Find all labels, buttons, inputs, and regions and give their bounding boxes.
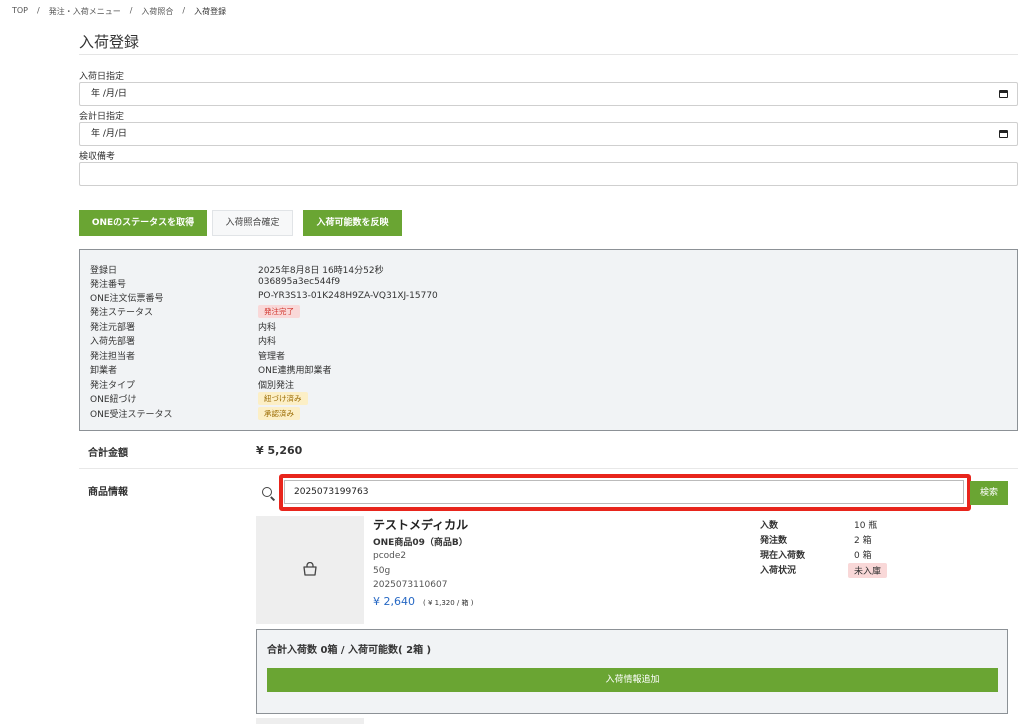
product-search-input[interactable]: 2025073199763 — [284, 480, 964, 504]
info-key: 入荷先部署 — [90, 337, 136, 347]
info-key: ONE紐づけ — [90, 395, 137, 405]
arrival-date-value: 年 /月/日 — [91, 89, 127, 99]
info-value: 内科 — [258, 323, 277, 333]
total-divider — [79, 468, 1018, 469]
info-value: 内科 — [258, 337, 277, 347]
info-value: PO-YR3S13-01K248H9ZA-VQ31XJ-15770 — [258, 291, 438, 301]
breadcrumb-separator: / — [129, 6, 133, 15]
info-key: 発注元部署 — [90, 323, 136, 333]
calendar-icon[interactable] — [999, 130, 1008, 138]
arrival-state-badge: 未入庫 — [848, 563, 888, 578]
info-key: ONE受注ステータス — [90, 410, 173, 420]
product-name: ONE商品09（商品B） — [373, 538, 468, 548]
stat-qty-label: 入数 — [760, 521, 779, 531]
info-key: 発注ステータス — [90, 308, 154, 318]
arrival-panel: 合計入荷数 0箱 / 入荷可能数( 2箱 ) 入荷情報追加 — [256, 629, 1008, 714]
inspection-note-label: 検収備考 — [79, 152, 116, 162]
total-amount-label: 合計金額 — [88, 448, 128, 459]
info-value: 個別発注 — [258, 381, 295, 391]
stat-current-value: 0 箱 — [854, 551, 872, 561]
stat-order-value: 2 箱 — [854, 536, 872, 546]
stat-qty-value: 10 瓶 — [854, 521, 878, 531]
apply-available-button[interactable]: 入荷可能数を反映 — [303, 210, 402, 236]
product-code: pcode2 — [373, 551, 407, 561]
info-key: ONE注文伝票番号 — [90, 294, 164, 304]
stat-current-label: 現在入荷数 — [760, 551, 806, 561]
info-key: 発注タイプ — [90, 381, 136, 391]
unit-price: ( ¥ 1,320 / 箱 ) — [423, 599, 474, 607]
title-divider — [79, 54, 1018, 55]
info-value: ONE連携用卸業者 — [258, 366, 332, 376]
order-info-panel: 登録日 2025年8月8日 16時14分52秒 発注番号 036895a3ec5… — [79, 249, 1018, 431]
breadcrumb-separator: / — [182, 6, 186, 15]
get-one-status-button[interactable]: ONEのステータスを取得 — [79, 210, 207, 236]
info-key: 登録日 — [90, 266, 118, 276]
breadcrumb-top[interactable]: TOP — [12, 6, 28, 17]
breadcrumb-current: 入荷登録 — [194, 7, 227, 16]
bag-icon — [303, 562, 317, 576]
total-amount-value: ¥ 5,260 — [256, 444, 303, 457]
accounting-date-input[interactable]: 年 /月/日 — [79, 122, 1018, 146]
breadcrumb-order-menu[interactable]: 発注・入荷メニュー — [49, 6, 121, 17]
info-value: 2025年8月8日 16時14分52秒 — [258, 266, 384, 276]
stat-state-label: 入荷状況 — [760, 566, 797, 576]
product-info-label: 商品情報 — [88, 487, 128, 498]
search-button[interactable]: 検索 — [970, 481, 1008, 505]
breadcrumb: TOP / 発注・入荷メニュー / 入荷照合 / 入荷登録 — [12, 6, 226, 17]
one-receive-badge: 承認済み — [258, 407, 300, 420]
info-value: 管理者 — [258, 352, 286, 362]
inspection-note-input[interactable] — [79, 162, 1018, 186]
info-key: 発注番号 — [90, 280, 127, 290]
breadcrumb-separator: / — [37, 6, 40, 15]
product-maker: テストメディカル — [373, 518, 469, 532]
breadcrumb-arrival-matching[interactable]: 入荷照合 — [141, 6, 173, 17]
price-value: ¥ 2,640 — [373, 595, 415, 608]
search-icon — [262, 487, 272, 497]
order-status-badge: 発注完了 — [258, 305, 300, 318]
product-jan: 2025073110607 — [373, 580, 448, 590]
info-key: 発注担当者 — [90, 352, 136, 362]
stat-order-label: 発注数 — [760, 536, 788, 546]
accounting-date-value: 年 /月/日 — [91, 129, 127, 139]
confirm-matching-button[interactable]: 入荷照合確定 — [212, 210, 293, 236]
page-title: 入荷登録 — [79, 33, 140, 51]
calendar-icon[interactable] — [999, 90, 1008, 98]
product-spec: 50g — [373, 566, 391, 576]
next-product-image-placeholder — [256, 718, 364, 724]
arrival-summary: 合計入荷数 0箱 / 入荷可能数( 2箱 ) — [267, 645, 432, 656]
info-value: 036895a3ec544f9 — [258, 277, 341, 287]
arrival-date-label: 入荷日指定 — [79, 72, 125, 82]
add-arrival-button[interactable]: 入荷情報追加 — [267, 668, 998, 692]
arrival-date-input[interactable]: 年 /月/日 — [79, 82, 1018, 106]
one-link-badge: 紐づけ済み — [258, 392, 308, 405]
info-key: 卸業者 — [90, 366, 118, 376]
accounting-date-label: 会計日指定 — [79, 112, 125, 122]
product-price: ¥ 2,640 ( ¥ 1,320 / 箱 ) — [373, 595, 473, 608]
